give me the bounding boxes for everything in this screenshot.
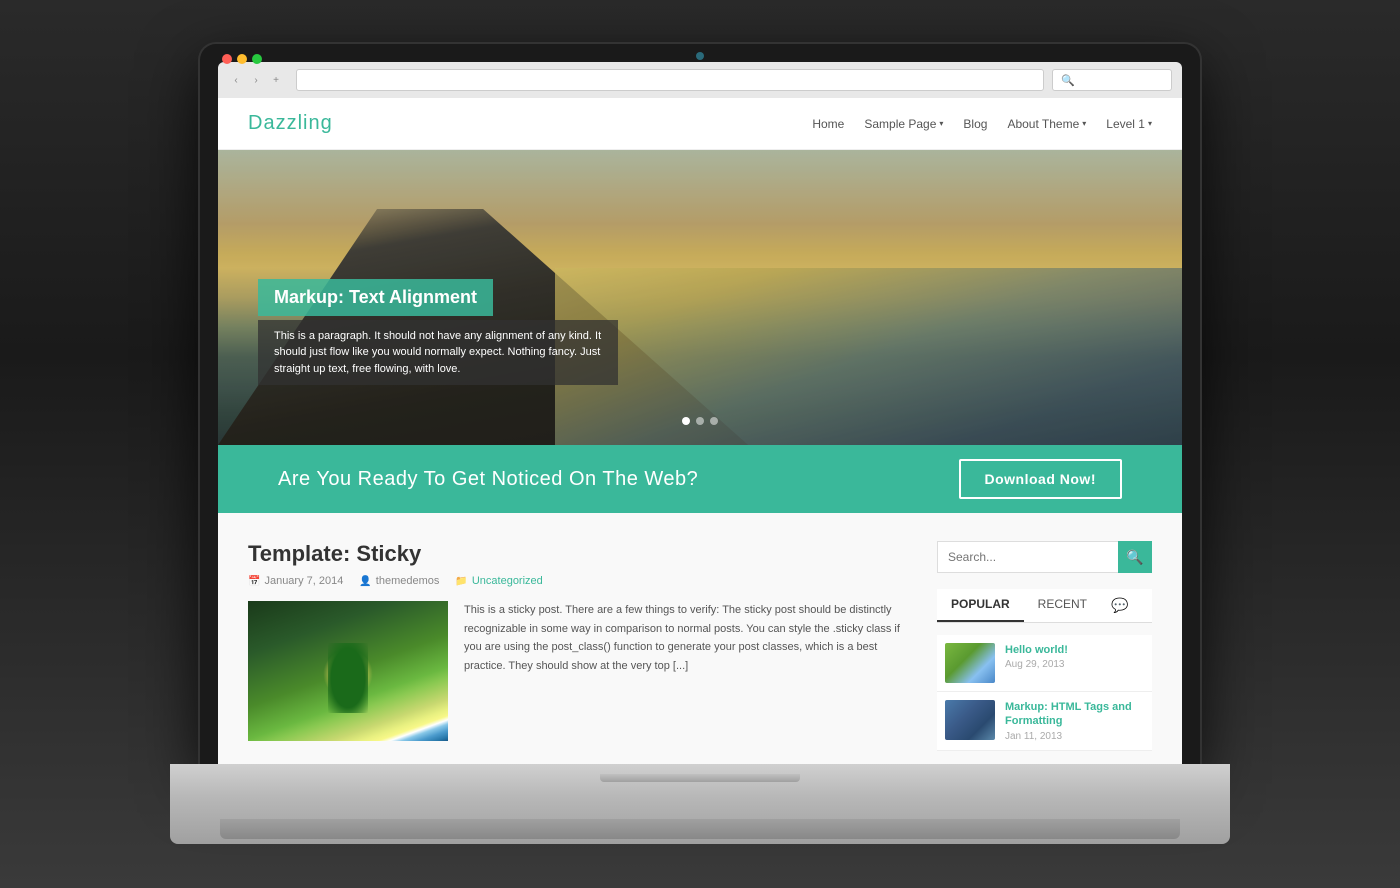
- browser-chrome: ‹ › + 🔍: [218, 62, 1182, 98]
- post-excerpt: This is a sticky post. There are a few t…: [464, 601, 907, 741]
- post-author-meta: 👤 themedemos: [359, 575, 439, 587]
- tab-recent[interactable]: RECENT: [1024, 589, 1101, 622]
- post-meta: 📅 January 7, 2014 👤 themedemos 📁 Uncateg…: [248, 575, 907, 587]
- search-icon: 🔍: [1061, 74, 1075, 87]
- widget-post-2: Markup: HTML Tags and Formatting Jan 11,…: [937, 692, 1152, 751]
- main-content-area: Template: Sticky 📅 January 7, 2014 👤 the…: [218, 513, 1182, 764]
- new-tab-button[interactable]: +: [268, 72, 284, 88]
- search-button[interactable]: 🔍: [1118, 541, 1152, 573]
- slider-dot-2[interactable]: [696, 417, 704, 425]
- nav-links: Home Sample Page ▾ Blog About Theme ▾ Le…: [812, 117, 1152, 131]
- laptop-bottom-pad: [220, 819, 1180, 839]
- address-bar[interactable]: [296, 69, 1044, 91]
- nav-blog[interactable]: Blog: [963, 117, 987, 131]
- tab-popular[interactable]: POPULAR: [937, 589, 1024, 622]
- nav-home[interactable]: Home: [812, 117, 844, 131]
- screen-bezel: ‹ › + 🔍 Dazzling Home Sample Page ▾: [200, 44, 1200, 764]
- nav-about-theme[interactable]: About Theme ▾: [1007, 117, 1086, 131]
- chevron-down-icon: ▾: [1082, 119, 1086, 128]
- camera: [696, 52, 704, 60]
- widget-post-1: Hello world! Aug 29, 2013: [937, 635, 1152, 692]
- widget-thumb-1: [945, 643, 995, 683]
- cta-banner: Are You Ready To Get Noticed On The Web?…: [218, 445, 1182, 513]
- browser-search[interactable]: 🔍: [1052, 69, 1172, 91]
- tab-comments-icon[interactable]: 💬: [1101, 589, 1138, 622]
- hero-title: Markup: Text Alignment: [274, 287, 477, 308]
- folder-icon: 📁: [455, 576, 467, 587]
- hero-description: This is a paragraph. It should not have …: [274, 328, 602, 378]
- thumb-tree: [328, 643, 368, 713]
- widget-post-date-2: Jan 11, 2013: [1005, 731, 1144, 742]
- widget-post-title-1[interactable]: Hello world!: [1005, 643, 1144, 657]
- post-body: This is a sticky post. There are a few t…: [248, 601, 907, 741]
- traffic-lights: [222, 54, 262, 64]
- widget-post-info-1: Hello world! Aug 29, 2013: [1005, 643, 1144, 683]
- nav-sample-page[interactable]: Sample Page ▾: [864, 117, 943, 131]
- website-content: Dazzling Home Sample Page ▾ Blog About T…: [218, 98, 1182, 764]
- site-logo[interactable]: Dazzling: [248, 112, 333, 135]
- post-date: January 7, 2014: [264, 575, 343, 587]
- nav-buttons: ‹ › +: [228, 72, 284, 88]
- minimize-button[interactable]: [237, 54, 247, 64]
- slider-dot-3[interactable]: [710, 417, 718, 425]
- site-navigation: Dazzling Home Sample Page ▾ Blog About T…: [218, 98, 1182, 150]
- post-category-meta: 📁 Uncategorized: [455, 575, 542, 587]
- download-now-button[interactable]: Download Now!: [959, 459, 1123, 499]
- slider-dots: [682, 417, 718, 425]
- post-thumbnail: [248, 601, 448, 741]
- post-title: Template: Sticky: [248, 541, 907, 567]
- widget-post-date-1: Aug 29, 2013: [1005, 659, 1144, 670]
- cta-text: Are You Ready To Get Noticed On The Web?: [278, 468, 698, 491]
- post-author: themedemos: [376, 575, 440, 587]
- calendar-icon: 📅: [248, 576, 260, 587]
- nav-level1[interactable]: Level 1 ▾: [1106, 117, 1152, 131]
- chevron-down-icon: ▾: [1148, 119, 1152, 128]
- widget-post-title-2[interactable]: Markup: HTML Tags and Formatting: [1005, 700, 1144, 729]
- laptop-base: [170, 764, 1230, 844]
- hero-text-box: Markup: Text Alignment This is a paragra…: [258, 279, 618, 386]
- laptop-hinge: [600, 774, 800, 782]
- laptop-frame: ‹ › + 🔍 Dazzling Home Sample Page ▾: [170, 44, 1230, 844]
- widget-tabs: POPULAR RECENT 💬: [937, 589, 1152, 623]
- forward-button[interactable]: ›: [248, 72, 264, 88]
- fullscreen-button[interactable]: [252, 54, 262, 64]
- hero-desc-box: This is a paragraph. It should not have …: [258, 320, 618, 386]
- sidebar: 🔍 POPULAR RECENT 💬 Hello world! Aug 29, …: [937, 541, 1152, 751]
- blog-area: Template: Sticky 📅 January 7, 2014 👤 the…: [248, 541, 907, 751]
- back-button[interactable]: ‹: [228, 72, 244, 88]
- hero-title-box: Markup: Text Alignment: [258, 279, 493, 316]
- widget-post-info-2: Markup: HTML Tags and Formatting Jan 11,…: [1005, 700, 1144, 742]
- search-input[interactable]: [937, 541, 1118, 573]
- post-date-meta: 📅 January 7, 2014: [248, 575, 343, 587]
- post-category[interactable]: Uncategorized: [472, 575, 543, 587]
- slider-dot-1[interactable]: [682, 417, 690, 425]
- user-icon: 👤: [359, 576, 371, 587]
- chevron-down-icon: ▾: [939, 119, 943, 128]
- hero-slider: Markup: Text Alignment This is a paragra…: [218, 150, 1182, 445]
- close-button[interactable]: [222, 54, 232, 64]
- search-widget: 🔍: [937, 541, 1152, 573]
- widget-thumb-2: [945, 700, 995, 740]
